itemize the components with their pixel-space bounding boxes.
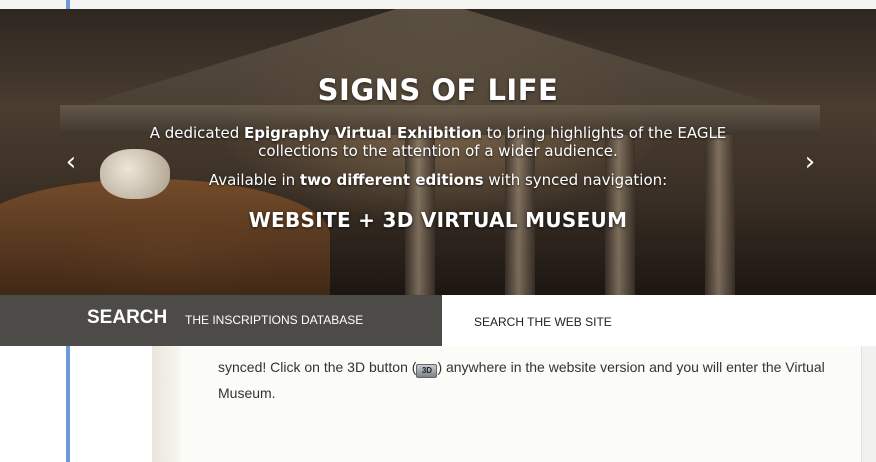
hero-line-3-start: Available in <box>208 171 300 189</box>
search-bar: SEARCH THE INSCRIPTIONS DATABASE SEARCH … <box>0 295 876 346</box>
hero-line-3-bold: two different editions <box>299 171 484 189</box>
hero-line-1-start: A dedicated <box>149 124 245 142</box>
hero-line-1-end: to bring highlights of the EAGLE <box>481 124 727 142</box>
hero-line-1: A dedicated Epigraphy Virtual Exhibition… <box>0 124 876 142</box>
hero-slider: SIGNS OF LIFE A dedicated Epigraphy Virt… <box>0 9 876 295</box>
search-website-panel: SEARCH THE WEB SITE <box>442 295 876 346</box>
search-database-panel: SEARCH THE INSCRIPTIONS DATABASE <box>0 295 442 346</box>
top-strip <box>0 0 876 9</box>
hero-title: SIGNS OF LIFE <box>317 73 559 107</box>
body-text-start: synced! Click on the 3D button ( <box>218 359 417 375</box>
search-website-link[interactable]: SEARCH THE WEB SITE <box>474 315 612 329</box>
search-label: SEARCH <box>87 307 168 328</box>
hero-line-3-end: with synced navigation: <box>483 171 668 189</box>
hero-line-3: Available in two different editions with… <box>0 171 876 189</box>
slider-next-arrow-icon[interactable]: › <box>795 147 825 177</box>
slider-prev-arrow-icon[interactable]: ‹ <box>56 147 86 177</box>
hero-image-fountain <box>0 179 330 295</box>
search-database-link[interactable]: THE INSCRIPTIONS DATABASE <box>185 313 363 327</box>
hero-line-1-bold: Epigraphy Virtual Exhibition <box>244 124 482 142</box>
hero-line-2: collections to the attention of a wider … <box>258 142 618 160</box>
rail-accent-line <box>66 0 70 9</box>
hero-editions: WEBSITE + 3D VIRTUAL MUSEUM <box>248 208 628 232</box>
3d-button-icon[interactable]: 3D <box>416 364 438 378</box>
body-paragraph: synced! Click on the 3D button (3D) anyw… <box>218 354 830 406</box>
